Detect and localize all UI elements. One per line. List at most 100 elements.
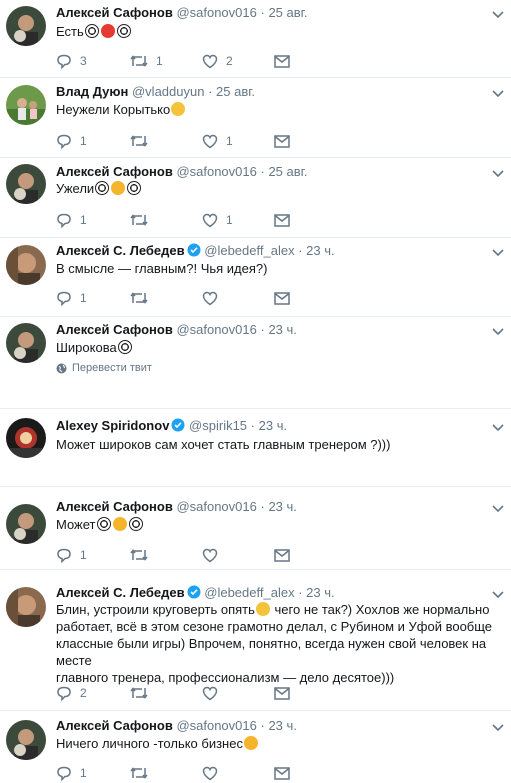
avatar[interactable] (6, 6, 46, 46)
like-button[interactable]: 1 (202, 211, 233, 229)
timestamp[interactable]: 23 ч. (268, 718, 296, 733)
tweet[interactable]: Alexey Spiridonov @spirik15 · 23 ч. Може… (0, 408, 511, 487)
author-name[interactable]: Alexey Spiridonov (56, 418, 169, 433)
chevron-down-icon[interactable] (492, 170, 504, 178)
avatar[interactable] (6, 418, 46, 458)
reply-button[interactable]: 3 (56, 52, 87, 70)
author-handle[interactable]: @lebedeff_alex (204, 243, 294, 258)
author-handle[interactable]: @vladduyun (132, 84, 204, 99)
retweet-button[interactable] (130, 211, 148, 229)
avatar[interactable] (6, 720, 46, 760)
tweet[interactable]: Алексей С. Лебедев @lebedeff_alex · 23 ч… (0, 237, 511, 317)
author-handle[interactable]: @spirik15 (189, 418, 247, 433)
chevron-down-icon[interactable] (492, 505, 504, 513)
author-handle[interactable]: @safonov016 (176, 164, 256, 179)
retweet-button[interactable] (130, 132, 148, 150)
separator: · (260, 164, 265, 179)
avatar[interactable] (6, 164, 46, 204)
tweet[interactable]: Алексей Сафонов @safonov016 · 23 ч. Ниче… (0, 710, 511, 783)
timestamp[interactable]: 25 авг. (216, 84, 255, 99)
reply-icon (57, 686, 71, 701)
author-name[interactable]: Алексей Сафонов (56, 499, 173, 514)
tweet-text-part: Блин, устроили круговерть опять (56, 602, 255, 617)
tweet[interactable]: Алексей Сафонов @safonov016 · 25 авг. Ес… (0, 0, 511, 78)
avatar[interactable] (6, 245, 46, 285)
author-name[interactable]: Алексей Сафонов (56, 322, 173, 337)
dm-button[interactable] (274, 289, 290, 307)
author-handle[interactable]: @safonov016 (176, 322, 256, 337)
separator: · (260, 5, 265, 20)
retweet-button[interactable] (130, 764, 148, 782)
translate-label[interactable]: Перевести твит (72, 362, 152, 374)
tweet[interactable]: Влад Дуюн @vladduyun · 25 авг. Неужели К… (0, 77, 511, 158)
tweet-text-content: В смысле — главным?! Чья идея?) (56, 261, 268, 276)
author-name[interactable]: Алексей Сафонов (56, 5, 173, 20)
dm-button[interactable] (274, 764, 290, 782)
like-button[interactable] (202, 684, 218, 702)
dm-button[interactable] (274, 52, 290, 70)
dm-button[interactable] (274, 684, 290, 702)
smiling-face-icon (243, 736, 258, 750)
translate-link[interactable]: Перевести твит (56, 362, 152, 374)
like-count: 1 (226, 213, 233, 227)
soccer-ball-icon (84, 24, 99, 38)
chevron-down-icon[interactable] (492, 11, 504, 19)
retweet-button[interactable]: 1 (130, 52, 163, 70)
author-name[interactable]: Алексей Сафонов (56, 164, 173, 179)
tweet[interactable]: Алексей Сафонов @safonov016 · 25 авг. Уж… (0, 157, 511, 238)
chevron-down-icon[interactable] (492, 328, 504, 336)
like-button[interactable] (202, 764, 218, 782)
author-handle[interactable]: @safonov016 (176, 5, 256, 20)
soccer-ball-icon (117, 340, 132, 354)
chevron-down-icon[interactable] (492, 591, 504, 599)
author-name[interactable]: Алексей Сафонов (56, 718, 173, 733)
reply-button[interactable]: 1 (56, 546, 87, 564)
reply-button[interactable]: 1 (56, 132, 87, 150)
dm-button[interactable] (274, 211, 290, 229)
author-handle[interactable]: @lebedeff_alex (204, 585, 294, 600)
author-handle[interactable]: @safonov016 (176, 718, 256, 733)
reply-button[interactable]: 1 (56, 289, 87, 307)
timestamp[interactable]: 23 ч. (306, 243, 334, 258)
avatar[interactable] (6, 323, 46, 363)
tweet-text: Ужели (56, 180, 506, 197)
retweet-button[interactable] (130, 546, 148, 564)
tweet[interactable]: Алексей Сафонов @safonov016 · 23 ч. Може… (0, 486, 511, 570)
reply-button[interactable]: 2 (56, 684, 87, 702)
chevron-down-icon[interactable] (492, 424, 504, 432)
author-name[interactable]: Влад Дуюн (56, 84, 128, 99)
chevron-down-icon[interactable] (492, 724, 504, 732)
avatar[interactable] (6, 85, 46, 125)
timestamp[interactable]: 25 авг. (268, 5, 307, 20)
chevron-down-icon[interactable] (492, 249, 504, 257)
author-handle[interactable]: @safonov016 (176, 499, 256, 514)
reply-icon (57, 213, 71, 228)
avatar[interactable] (6, 587, 46, 627)
timestamp[interactable]: 25 авг. (268, 164, 307, 179)
tweet[interactable]: Алексей С. Лебедев @lebedeff_alex · 23 ч… (0, 569, 511, 711)
soccer-ball-icon (96, 517, 111, 531)
reply-count: 1 (80, 134, 87, 148)
chevron-down-icon[interactable] (492, 90, 504, 98)
timestamp[interactable]: 23 ч. (259, 418, 287, 433)
dm-button[interactable] (274, 546, 290, 564)
verified-badge-icon (171, 418, 185, 432)
tweet[interactable]: Алексей Сафонов @safonov016 · 23 ч. Широ… (0, 316, 511, 409)
author-name[interactable]: Алексей С. Лебедев (56, 243, 185, 258)
avatar[interactable] (6, 504, 46, 544)
like-button[interactable] (202, 546, 218, 564)
timestamp[interactable]: 23 ч. (268, 322, 296, 337)
retweet-button[interactable] (130, 684, 148, 702)
retweet-button[interactable] (130, 289, 148, 307)
author-name[interactable]: Алексей С. Лебедев (56, 585, 185, 600)
like-button[interactable]: 2 (202, 52, 233, 70)
timestamp[interactable]: 23 ч. (306, 585, 334, 600)
dm-button[interactable] (274, 132, 290, 150)
like-button[interactable] (202, 289, 218, 307)
tweet-text: Есть (56, 23, 506, 40)
like-button[interactable]: 1 (202, 132, 233, 150)
timestamp[interactable]: 23 ч. (268, 499, 296, 514)
reply-button[interactable]: 1 (56, 211, 87, 229)
reply-button[interactable]: 1 (56, 764, 87, 782)
tweet-text-content: Широкова (56, 340, 117, 355)
